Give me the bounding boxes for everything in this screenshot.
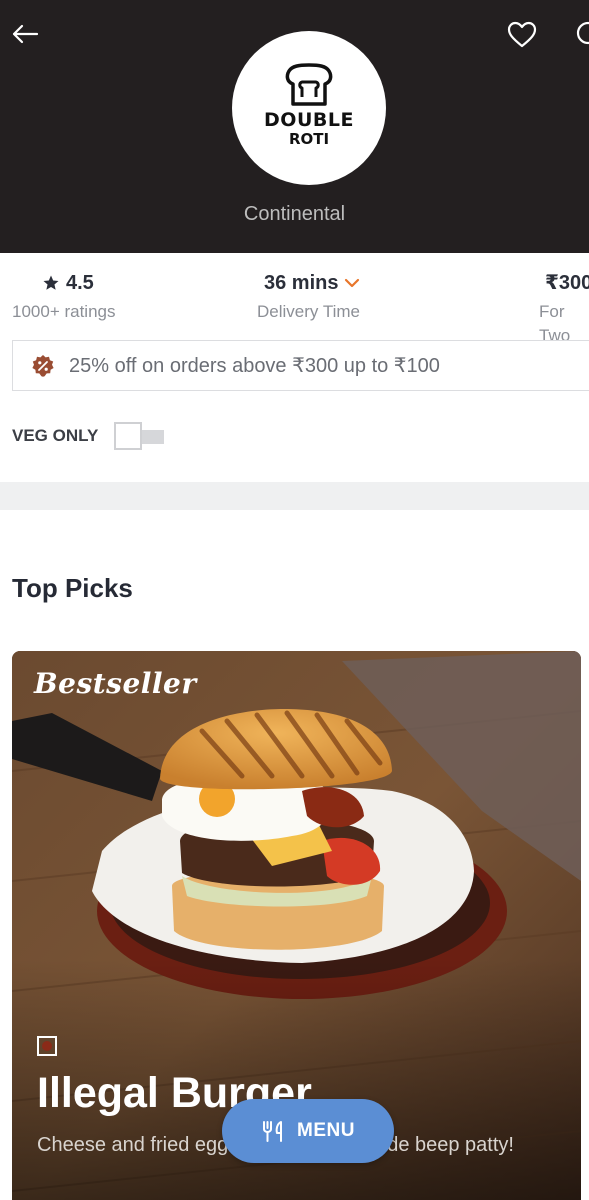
bestseller-badge: Bestseller [34, 667, 197, 700]
logo-text-line2: ROTI [288, 130, 330, 148]
veg-only-toggle[interactable] [114, 422, 166, 450]
delivery-time-label: Delivery Time [257, 302, 360, 321]
rating-stat: 4.5 1000+ ratings [12, 270, 116, 324]
toggle-knob [114, 422, 142, 450]
delivery-time-stat[interactable]: 36 mins Delivery Time [257, 270, 360, 324]
star-icon [43, 275, 59, 290]
logo-text-line1: DOUBLE [264, 109, 354, 131]
menu-button[interactable]: MENU [222, 1099, 394, 1163]
heart-icon [507, 21, 537, 47]
section-divider [0, 482, 589, 510]
rating-count: 1000+ ratings [12, 302, 116, 321]
arrow-left-icon [12, 24, 39, 44]
search-icon [576, 21, 589, 45]
cost-for-two-stat: ₹300 For Two [539, 270, 589, 348]
offer-text: 25% off on orders above ₹300 up to ₹100 [69, 355, 440, 377]
cutlery-icon [263, 1121, 283, 1142]
search-button[interactable] [575, 18, 589, 50]
restaurant-logo: DOUBLE ROTI [232, 31, 386, 185]
rating-value: 4.5 [66, 272, 94, 294]
restaurant-header: DOUBLE ROTI Continental [0, 0, 589, 253]
cuisine-label: Continental [243, 203, 346, 225]
discount-badge-icon [32, 354, 54, 377]
offer-banner[interactable]: 25% off on orders above ₹300 up to ₹100 [12, 340, 589, 391]
back-button[interactable] [10, 20, 40, 48]
bread-logo-icon [285, 63, 333, 106]
cost-value: ₹300 [545, 272, 589, 294]
section-title: Top Picks [12, 573, 133, 603]
favorite-button[interactable] [505, 18, 539, 50]
veg-only-label: VEG ONLY [12, 426, 99, 445]
chevron-down-icon [345, 278, 360, 288]
menu-button-label: MENU [297, 1120, 355, 1141]
delivery-time-value: 36 mins [264, 272, 339, 294]
nonveg-icon [37, 1036, 57, 1056]
